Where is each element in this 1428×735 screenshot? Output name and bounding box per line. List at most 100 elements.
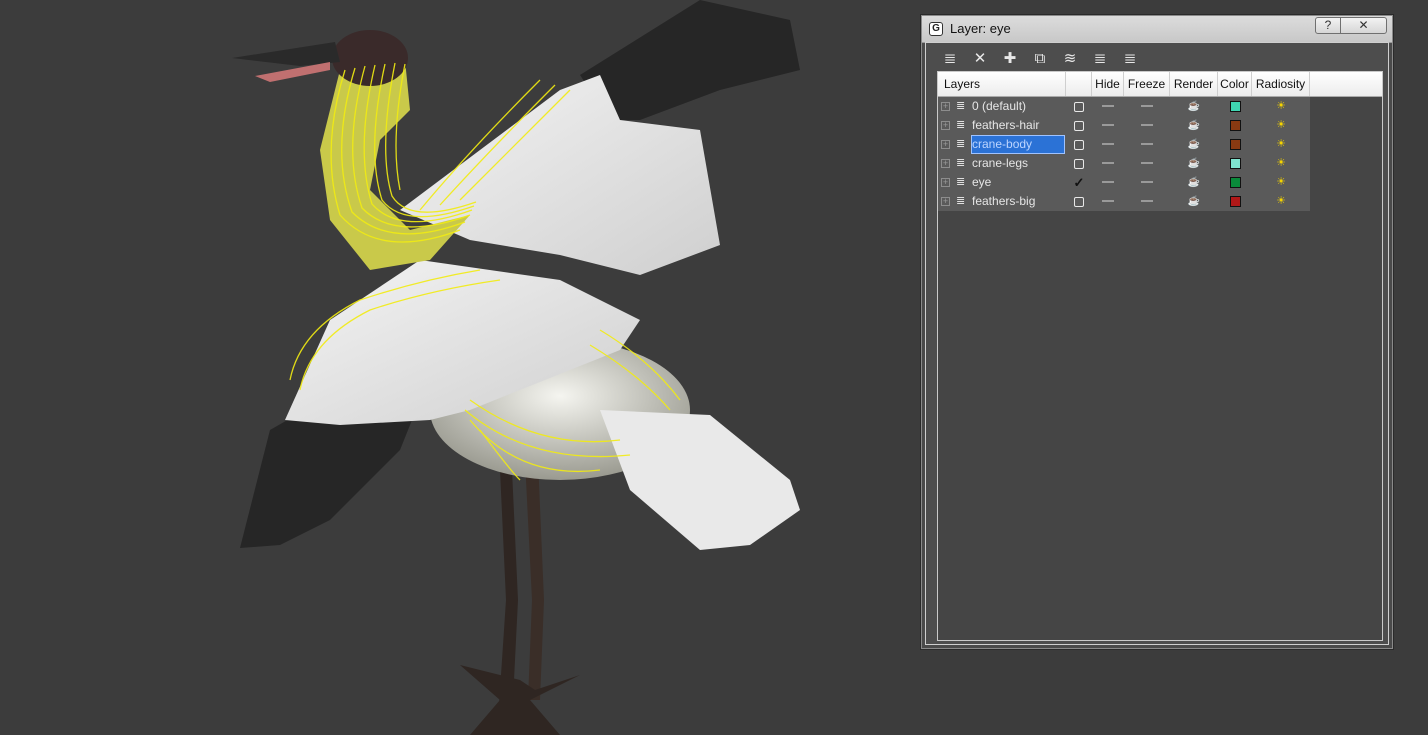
teapot-icon: ☕ <box>1187 196 1201 207</box>
color-swatch-cell[interactable] <box>1218 135 1252 154</box>
checkmark-icon: ✓ <box>1073 175 1085 190</box>
render-toggle[interactable]: ☕ <box>1170 173 1218 192</box>
expand-icon[interactable]: + <box>941 140 950 149</box>
crane-legs <box>460 460 580 735</box>
layer-list[interactable]: Layers Hide Freeze Render Color Radiosit… <box>937 71 1383 641</box>
radiosity-sun-icon: ☀ <box>1276 100 1286 112</box>
hide-all-icon[interactable]: ≣ <box>1089 48 1111 70</box>
expand-icon[interactable]: + <box>941 121 950 130</box>
radiosity-sun-icon: ☀ <box>1276 176 1286 188</box>
radiosity-sun-icon: ☀ <box>1276 138 1286 150</box>
radiosity-toggle[interactable]: ☀ <box>1252 173 1310 192</box>
expand-icon[interactable]: + <box>941 178 950 187</box>
column-layers[interactable]: Layers <box>938 72 1066 96</box>
highlight-layer-icon[interactable]: ≋ <box>1059 48 1081 70</box>
color-swatch-cell[interactable] <box>1218 154 1252 173</box>
freeze-all-icon[interactable]: ≣ <box>1119 48 1141 70</box>
radiosity-toggle[interactable]: ☀ <box>1252 116 1310 135</box>
render-toggle[interactable]: ☕ <box>1170 116 1218 135</box>
current-layer-toggle[interactable] <box>1066 97 1092 116</box>
current-layer-toggle[interactable] <box>1066 135 1092 154</box>
layer-name[interactable]: eye <box>972 174 1064 191</box>
column-radiosity[interactable]: Radiosity <box>1252 72 1310 96</box>
select-objects-icon[interactable]: ⧉ <box>1029 48 1051 70</box>
layer-name[interactable]: feathers-hair <box>972 117 1064 134</box>
current-layer-toggle[interactable]: ✓ <box>1066 173 1092 192</box>
layer-row[interactable]: + ≣ eye ✓ ☕ ☀ <box>938 173 1310 192</box>
expand-icon[interactable]: + <box>941 159 950 168</box>
dialog-title: Layer: eye <box>950 21 1011 36</box>
layer-color-swatch <box>1229 158 1241 169</box>
off-dash-icon <box>1141 200 1153 203</box>
layer-stack-icon: ≣ <box>956 195 966 207</box>
column-render[interactable]: Render <box>1170 72 1218 96</box>
radiosity-sun-icon: ☀ <box>1276 119 1286 131</box>
render-toggle[interactable]: ☕ <box>1170 135 1218 154</box>
radiosity-toggle[interactable]: ☀ <box>1252 97 1310 116</box>
column-color[interactable]: Color <box>1218 72 1252 96</box>
off-dash-icon <box>1141 162 1153 165</box>
freeze-toggle[interactable] <box>1124 116 1170 135</box>
hide-toggle[interactable] <box>1092 97 1124 116</box>
off-dash-icon <box>1141 143 1153 146</box>
current-layer-toggle[interactable] <box>1066 116 1092 135</box>
layer-color-swatch <box>1229 101 1241 112</box>
teapot-icon: ☕ <box>1187 120 1201 131</box>
column-freeze[interactable]: Freeze <box>1124 72 1170 96</box>
layer-name[interactable]: crane-legs <box>972 155 1064 172</box>
column-current[interactable] <box>1066 72 1092 96</box>
expand-icon[interactable]: + <box>941 197 950 206</box>
render-toggle[interactable]: ☕ <box>1170 97 1218 116</box>
teapot-icon: ☕ <box>1187 158 1201 169</box>
layer-row[interactable]: + ≣ crane-body ☕ ☀ <box>938 135 1310 154</box>
layer-stack-icon: ≣ <box>956 119 966 131</box>
freeze-toggle[interactable] <box>1124 135 1170 154</box>
expand-icon[interactable]: + <box>941 102 950 111</box>
radiosity-toggle[interactable]: ☀ <box>1252 154 1310 173</box>
render-toggle[interactable]: ☕ <box>1170 192 1218 211</box>
hide-toggle[interactable] <box>1092 116 1124 135</box>
layer-row[interactable]: + ≣ crane-legs ☕ ☀ <box>938 154 1310 173</box>
hide-toggle[interactable] <box>1092 135 1124 154</box>
color-swatch-cell[interactable] <box>1218 97 1252 116</box>
add-icon[interactable]: ✚ <box>999 48 1021 70</box>
dialog-titlebar[interactable]: G Layer: eye ? ✕ <box>922 16 1392 43</box>
color-swatch-cell[interactable] <box>1218 173 1252 192</box>
freeze-toggle[interactable] <box>1124 192 1170 211</box>
layer-dialog: G Layer: eye ? ✕ ≣ ✕ ✚ ⧉ ≋ ≣ ≣ Layers Hi… <box>921 15 1393 649</box>
freeze-toggle[interactable] <box>1124 154 1170 173</box>
set-current-icon <box>1074 121 1084 131</box>
hide-toggle[interactable] <box>1092 192 1124 211</box>
current-layer-toggle[interactable] <box>1066 192 1092 211</box>
layer-row[interactable]: + ≣ 0 (default) ☕ ☀ <box>938 97 1310 116</box>
layer-stack-icon: ≣ <box>956 176 966 188</box>
set-current-icon <box>1074 140 1084 150</box>
delete-icon[interactable]: ✕ <box>969 48 991 70</box>
current-layer-toggle[interactable] <box>1066 154 1092 173</box>
color-swatch-cell[interactable] <box>1218 116 1252 135</box>
hide-toggle[interactable] <box>1092 154 1124 173</box>
close-button[interactable]: ✕ <box>1340 17 1387 34</box>
radiosity-toggle[interactable]: ☀ <box>1252 135 1310 154</box>
layer-list-header: Layers Hide Freeze Render Color Radiosit… <box>938 72 1382 97</box>
radiosity-sun-icon: ☀ <box>1276 157 1286 169</box>
off-dash-icon <box>1102 105 1114 108</box>
freeze-toggle[interactable] <box>1124 173 1170 192</box>
layer-row[interactable]: + ≣ feathers-big ☕ ☀ <box>938 192 1310 211</box>
off-dash-icon <box>1102 181 1114 184</box>
hide-toggle[interactable] <box>1092 173 1124 192</box>
help-button[interactable]: ? <box>1315 17 1341 34</box>
new-layer-icon[interactable]: ≣ <box>939 48 961 70</box>
layer-name[interactable]: feathers-big <box>972 193 1064 210</box>
render-toggle[interactable]: ☕ <box>1170 154 1218 173</box>
layer-name[interactable]: crane-body <box>971 135 1065 154</box>
set-current-icon <box>1074 159 1084 169</box>
freeze-toggle[interactable] <box>1124 97 1170 116</box>
column-hide[interactable]: Hide <box>1092 72 1124 96</box>
layer-name[interactable]: 0 (default) <box>972 98 1064 115</box>
teapot-icon: ☕ <box>1187 101 1201 112</box>
layer-row[interactable]: + ≣ feathers-hair ☕ ☀ <box>938 116 1310 135</box>
color-swatch-cell[interactable] <box>1218 192 1252 211</box>
radiosity-toggle[interactable]: ☀ <box>1252 192 1310 211</box>
tail-feathers <box>600 410 800 550</box>
